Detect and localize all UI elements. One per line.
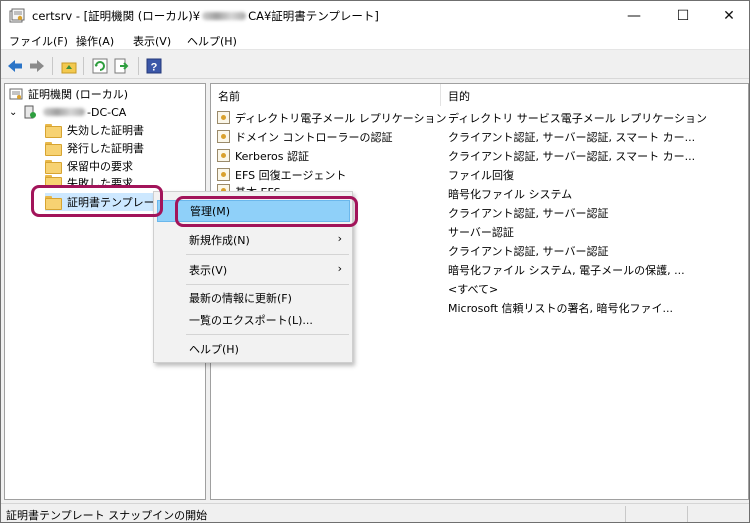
toolbar-separator (138, 57, 139, 75)
context-menu-export-list[interactable]: 一覧のエクスポート(L)... (157, 309, 350, 331)
list-item-name: Kerberos 認証 (235, 149, 309, 163)
list-item-purpose: サーバー認証 (448, 225, 514, 239)
list-item-purpose: クライアント認証, サーバー認証 (448, 244, 609, 258)
minimize-button[interactable]: — (611, 1, 657, 30)
tree-item-label: 発行した証明書 (67, 142, 144, 155)
toolbar-separator (52, 57, 53, 75)
list-item[interactable]: EFS 回復エージェント (217, 165, 346, 184)
context-menu-label: 最新の情報に更新(F) (189, 292, 292, 305)
tree-item-label: 失効した証明書 (67, 124, 144, 137)
ca-server-icon (24, 105, 36, 119)
svg-text:?: ? (151, 62, 158, 74)
forward-arrow-icon[interactable] (27, 56, 47, 76)
folder-icon (45, 160, 62, 174)
context-menu-separator (186, 284, 349, 285)
up-folder-icon[interactable] (59, 56, 79, 76)
list-item-purpose: クライアント認証, サーバー認証, スマート カー... (448, 149, 696, 163)
mmc-window: certsrv - [証明機関 (ローカル)¥ CA¥証明書テンプレート] — ☐… (0, 0, 750, 523)
folder-icon (45, 142, 62, 156)
toolbar: ? (1, 53, 749, 79)
list-item-purpose: ファイル回復 (448, 168, 514, 182)
tree-root-label: 証明機関 (ローカル) (28, 88, 129, 101)
ca-root-icon (9, 88, 23, 100)
context-menu-label: 新規作成(N) (189, 234, 250, 247)
list-item-name: ドメイン コントローラーの認証 (235, 130, 393, 144)
tree-item-pending[interactable]: 保留中の要求 (45, 157, 133, 175)
menu-action[interactable]: 操作(A) (76, 33, 114, 49)
tree-root[interactable]: 証明機関 (ローカル) (9, 85, 128, 103)
list-item-name: ディレクトリ電子メール レプリケーション (235, 111, 447, 125)
certificate-template-icon (217, 149, 230, 162)
context-menu-separator (186, 334, 349, 335)
context-menu-new[interactable]: 新規作成(N) › (157, 229, 350, 251)
refresh-icon[interactable] (90, 56, 110, 76)
chevron-down-icon[interactable]: ⌄ (9, 107, 23, 118)
list-item-purpose: <すべて> (448, 282, 499, 296)
redacted-domain (202, 12, 247, 20)
redacted-ca-name (43, 107, 85, 116)
menu-view[interactable]: 表示(V) (133, 33, 171, 49)
close-button[interactable]: ✕ (706, 1, 749, 30)
help-icon[interactable]: ? (144, 56, 164, 76)
toolbar-separator (83, 57, 84, 75)
status-text: 証明書テンプレート スナップインの開始 (6, 509, 208, 522)
context-menu-separator (186, 254, 349, 255)
status-divider (687, 506, 688, 522)
maximize-button[interactable]: ☐ (660, 1, 706, 30)
list-item-purpose: Microsoft 信頼リストの署名, 暗号化ファイ... (448, 301, 674, 315)
status-divider (625, 506, 626, 522)
certificate-template-icon (217, 168, 230, 181)
context-menu-view[interactable]: 表示(V) › (157, 259, 350, 281)
tree-item-issued[interactable]: 発行した証明書 (45, 139, 144, 157)
tree-item-revoked[interactable]: 失効した証明書 (45, 121, 144, 139)
list-item-purpose: 暗号化ファイル システム (448, 187, 573, 201)
list-item-purpose: クライアント認証, サーバー認証 (448, 206, 609, 220)
menu-bar: ファイル(F) 操作(A) 表示(V) ヘルプ(H) (1, 30, 749, 50)
column-divider[interactable] (440, 84, 441, 106)
certificate-template-icon (217, 130, 230, 143)
status-bar: 証明書テンプレート スナップインの開始 (1, 503, 749, 522)
column-header-name[interactable]: 名前 (218, 88, 240, 104)
tree-item-label: 保留中の要求 (67, 160, 133, 173)
list-item-purpose: ディレクトリ サービス電子メール レプリケーション (448, 111, 708, 125)
context-menu-refresh[interactable]: 最新の情報に更新(F) (157, 287, 350, 309)
list-item[interactable]: Kerberos 認証 (217, 146, 309, 165)
menu-file[interactable]: ファイル(F) (9, 33, 68, 49)
list-item-purpose: クライアント認証, サーバー認証, スマート カー... (448, 130, 696, 144)
menu-help[interactable]: ヘルプ(H) (187, 33, 237, 49)
certificate-template-icon (217, 111, 230, 124)
context-menu-label: 表示(V) (189, 264, 228, 277)
folder-icon (45, 124, 62, 138)
certsrv-app-icon (9, 8, 25, 23)
list-item[interactable]: ドメイン コントローラーの認証 (217, 127, 393, 146)
submenu-arrow-icon: › (337, 262, 342, 275)
context-menu-help[interactable]: ヘルプ(H) (157, 338, 350, 360)
tree-ca-node[interactable]: ⌄ -DC-CA (9, 103, 126, 121)
window-title: certsrv - [証明機関 (ローカル)¥ CA¥証明書テンプレート] (32, 9, 379, 23)
context-menu-label: ヘルプ(H) (189, 343, 239, 356)
list-item[interactable]: ディレクトリ電子メール レプリケーション (217, 108, 447, 127)
list-item-purpose: 暗号化ファイル システム, 電子メールの保護, ... (448, 263, 685, 277)
title-bar: certsrv - [証明機関 (ローカル)¥ CA¥証明書テンプレート] — ☐… (1, 1, 749, 30)
context-menu-label: 一覧のエクスポート(L)... (189, 314, 313, 327)
list-item-name: EFS 回復エージェント (235, 168, 347, 182)
back-arrow-icon[interactable] (5, 56, 25, 76)
callout-cert-templates (31, 185, 163, 217)
ca-node-label: -DC-CA (87, 105, 127, 119)
submenu-arrow-icon: › (337, 232, 342, 245)
column-header-purpose[interactable]: 目的 (448, 88, 470, 104)
export-icon[interactable] (112, 56, 132, 76)
callout-manage (175, 196, 358, 227)
